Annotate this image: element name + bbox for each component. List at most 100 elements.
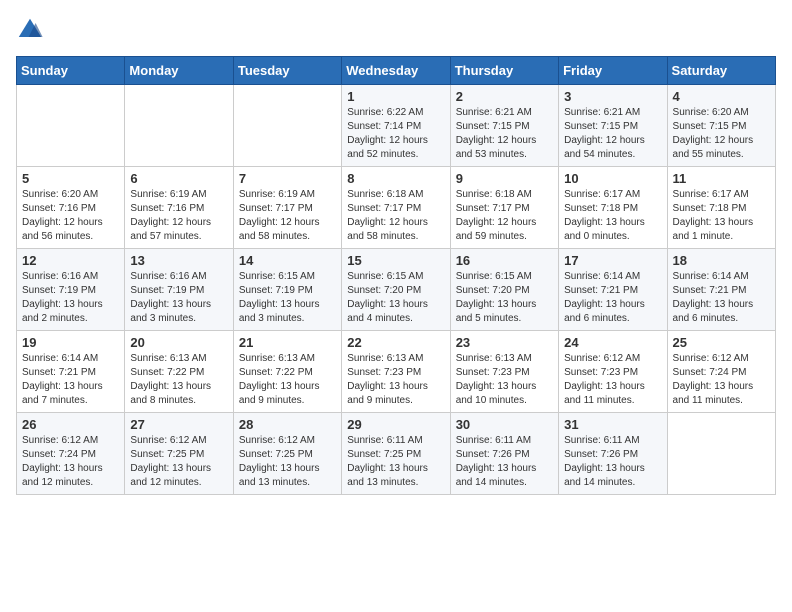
day-cell: 27 Sunrise: 6:12 AM Sunset: 7:25 PM Dayli… bbox=[125, 413, 233, 495]
day-number: 7 bbox=[239, 171, 336, 186]
day-cell: 29 Sunrise: 6:11 AM Sunset: 7:25 PM Dayli… bbox=[342, 413, 450, 495]
day-number: 31 bbox=[564, 417, 661, 432]
day-info: Sunrise: 6:12 AM Sunset: 7:24 PM Dayligh… bbox=[673, 352, 770, 408]
day-number: 3 bbox=[564, 89, 661, 104]
day-number: 12 bbox=[22, 253, 119, 268]
day-cell: 21 Sunrise: 6:13 AM Sunset: 7:22 PM Dayli… bbox=[233, 331, 341, 413]
day-cell: 1 Sunrise: 6:22 AM Sunset: 7:14 PM Daylig… bbox=[342, 85, 450, 167]
day-info: Sunrise: 6:12 AM Sunset: 7:23 PM Dayligh… bbox=[564, 352, 661, 408]
day-info: Sunrise: 6:18 AM Sunset: 7:17 PM Dayligh… bbox=[456, 188, 553, 244]
day-number: 13 bbox=[130, 253, 227, 268]
day-number: 29 bbox=[347, 417, 444, 432]
day-info: Sunrise: 6:17 AM Sunset: 7:18 PM Dayligh… bbox=[673, 188, 770, 244]
day-info: Sunrise: 6:11 AM Sunset: 7:26 PM Dayligh… bbox=[564, 434, 661, 490]
day-cell: 6 Sunrise: 6:19 AM Sunset: 7:16 PM Daylig… bbox=[125, 167, 233, 249]
day-number: 25 bbox=[673, 335, 770, 350]
day-cell: 4 Sunrise: 6:20 AM Sunset: 7:15 PM Daylig… bbox=[667, 85, 775, 167]
day-info: Sunrise: 6:12 AM Sunset: 7:25 PM Dayligh… bbox=[239, 434, 336, 490]
day-info: Sunrise: 6:15 AM Sunset: 7:20 PM Dayligh… bbox=[347, 270, 444, 326]
day-number: 15 bbox=[347, 253, 444, 268]
day-number: 10 bbox=[564, 171, 661, 186]
week-row-4: 19Sunrise: 6:14 AM Sunset: 7:21 PM Dayli… bbox=[17, 331, 776, 413]
day-number: 14 bbox=[239, 253, 336, 268]
day-number: 30 bbox=[456, 417, 553, 432]
day-number: 8 bbox=[347, 171, 444, 186]
day-cell: 3 Sunrise: 6:21 AM Sunset: 7:15 PM Daylig… bbox=[559, 85, 667, 167]
day-cell bbox=[233, 85, 341, 167]
week-row-5: 26 Sunrise: 6:12 AM Sunset: 7:24 PM Dayli… bbox=[17, 413, 776, 495]
day-number: 2 bbox=[456, 89, 553, 104]
header-sunday: Sunday bbox=[17, 57, 125, 85]
day-cell: 10 Sunrise: 6:17 AM Sunset: 7:18 PM Dayli… bbox=[559, 167, 667, 249]
day-number: 16 bbox=[456, 253, 553, 268]
day-cell: 31 Sunrise: 6:11 AM Sunset: 7:26 PM Dayli… bbox=[559, 413, 667, 495]
day-cell: 28 Sunrise: 6:12 AM Sunset: 7:25 PM Dayli… bbox=[233, 413, 341, 495]
week-row-2: 5Sunrise: 6:20 AM Sunset: 7:16 PM Daylig… bbox=[17, 167, 776, 249]
day-number: 26 bbox=[22, 417, 119, 432]
day-info: Sunrise: 6:13 AM Sunset: 7:23 PM Dayligh… bbox=[456, 352, 553, 408]
day-cell: 22 Sunrise: 6:13 AM Sunset: 7:23 PM Dayli… bbox=[342, 331, 450, 413]
day-info: Sunrise: 6:21 AM Sunset: 7:15 PM Dayligh… bbox=[564, 106, 661, 162]
day-cell: 11 Sunrise: 6:17 AM Sunset: 7:18 PM Dayli… bbox=[667, 167, 775, 249]
day-cell: 17 Sunrise: 6:14 AM Sunset: 7:21 PM Dayli… bbox=[559, 249, 667, 331]
week-row-3: 12 Sunrise: 6:16 AM Sunset: 7:19 PM Dayli… bbox=[17, 249, 776, 331]
header-monday: Monday bbox=[125, 57, 233, 85]
day-cell: 16 Sunrise: 6:15 AM Sunset: 7:20 PM Dayli… bbox=[450, 249, 558, 331]
day-number: 21 bbox=[239, 335, 336, 350]
day-info: Sunrise: 6:11 AM Sunset: 7:25 PM Dayligh… bbox=[347, 434, 444, 490]
day-cell: 18 Sunrise: 6:14 AM Sunset: 7:21 PM Dayli… bbox=[667, 249, 775, 331]
day-number: 4 bbox=[673, 89, 770, 104]
header-wednesday: Wednesday bbox=[342, 57, 450, 85]
day-cell: 26 Sunrise: 6:12 AM Sunset: 7:24 PM Dayli… bbox=[17, 413, 125, 495]
day-number: 6 bbox=[130, 171, 227, 186]
day-info: Sunrise: 6:11 AM Sunset: 7:26 PM Dayligh… bbox=[456, 434, 553, 490]
day-cell: 7Sunrise: 6:19 AM Sunset: 7:17 PM Daylig… bbox=[233, 167, 341, 249]
day-info: Sunrise: 6:17 AM Sunset: 7:18 PM Dayligh… bbox=[564, 188, 661, 244]
day-info: Sunrise: 6:16 AM Sunset: 7:19 PM Dayligh… bbox=[22, 270, 119, 326]
day-info: Sunrise: 6:15 AM Sunset: 7:19 PM Dayligh… bbox=[239, 270, 336, 326]
day-number: 17 bbox=[564, 253, 661, 268]
day-number: 19 bbox=[22, 335, 119, 350]
day-cell: 14 Sunrise: 6:15 AM Sunset: 7:19 PM Dayli… bbox=[233, 249, 341, 331]
day-info: Sunrise: 6:20 AM Sunset: 7:15 PM Dayligh… bbox=[673, 106, 770, 162]
day-number: 1 bbox=[347, 89, 444, 104]
day-number: 18 bbox=[673, 253, 770, 268]
header-friday: Friday bbox=[559, 57, 667, 85]
header-row: SundayMondayTuesdayWednesdayThursdayFrid… bbox=[17, 57, 776, 85]
day-cell: 13Sunrise: 6:16 AM Sunset: 7:19 PM Dayli… bbox=[125, 249, 233, 331]
day-cell: 25 Sunrise: 6:12 AM Sunset: 7:24 PM Dayli… bbox=[667, 331, 775, 413]
day-cell: 15 Sunrise: 6:15 AM Sunset: 7:20 PM Dayli… bbox=[342, 249, 450, 331]
day-number: 28 bbox=[239, 417, 336, 432]
day-info: Sunrise: 6:14 AM Sunset: 7:21 PM Dayligh… bbox=[564, 270, 661, 326]
day-cell: 5Sunrise: 6:20 AM Sunset: 7:16 PM Daylig… bbox=[17, 167, 125, 249]
day-number: 24 bbox=[564, 335, 661, 350]
day-cell: 19Sunrise: 6:14 AM Sunset: 7:21 PM Dayli… bbox=[17, 331, 125, 413]
day-info: Sunrise: 6:15 AM Sunset: 7:20 PM Dayligh… bbox=[456, 270, 553, 326]
day-number: 20 bbox=[130, 335, 227, 350]
day-info: Sunrise: 6:14 AM Sunset: 7:21 PM Dayligh… bbox=[673, 270, 770, 326]
calendar-table: SundayMondayTuesdayWednesdayThursdayFrid… bbox=[16, 56, 776, 495]
week-row-1: 1 Sunrise: 6:22 AM Sunset: 7:14 PM Daylig… bbox=[17, 85, 776, 167]
day-cell: 12 Sunrise: 6:16 AM Sunset: 7:19 PM Dayli… bbox=[17, 249, 125, 331]
day-info: Sunrise: 6:18 AM Sunset: 7:17 PM Dayligh… bbox=[347, 188, 444, 244]
page-header bbox=[16, 16, 776, 44]
header-tuesday: Tuesday bbox=[233, 57, 341, 85]
day-number: 27 bbox=[130, 417, 227, 432]
day-info: Sunrise: 6:13 AM Sunset: 7:22 PM Dayligh… bbox=[130, 352, 227, 408]
day-info: Sunrise: 6:13 AM Sunset: 7:22 PM Dayligh… bbox=[239, 352, 336, 408]
day-number: 22 bbox=[347, 335, 444, 350]
day-cell: 30 Sunrise: 6:11 AM Sunset: 7:26 PM Dayli… bbox=[450, 413, 558, 495]
day-cell: 8 Sunrise: 6:18 AM Sunset: 7:17 PM Daylig… bbox=[342, 167, 450, 249]
day-info: Sunrise: 6:19 AM Sunset: 7:16 PM Dayligh… bbox=[130, 188, 227, 244]
day-cell: 9Sunrise: 6:18 AM Sunset: 7:17 PM Daylig… bbox=[450, 167, 558, 249]
day-info: Sunrise: 6:12 AM Sunset: 7:25 PM Dayligh… bbox=[130, 434, 227, 490]
day-cell bbox=[17, 85, 125, 167]
day-cell bbox=[125, 85, 233, 167]
day-info: Sunrise: 6:22 AM Sunset: 7:14 PM Dayligh… bbox=[347, 106, 444, 162]
day-number: 11 bbox=[673, 171, 770, 186]
logo bbox=[16, 16, 50, 44]
day-number: 5 bbox=[22, 171, 119, 186]
header-thursday: Thursday bbox=[450, 57, 558, 85]
day-info: Sunrise: 6:12 AM Sunset: 7:24 PM Dayligh… bbox=[22, 434, 119, 490]
day-info: Sunrise: 6:13 AM Sunset: 7:23 PM Dayligh… bbox=[347, 352, 444, 408]
